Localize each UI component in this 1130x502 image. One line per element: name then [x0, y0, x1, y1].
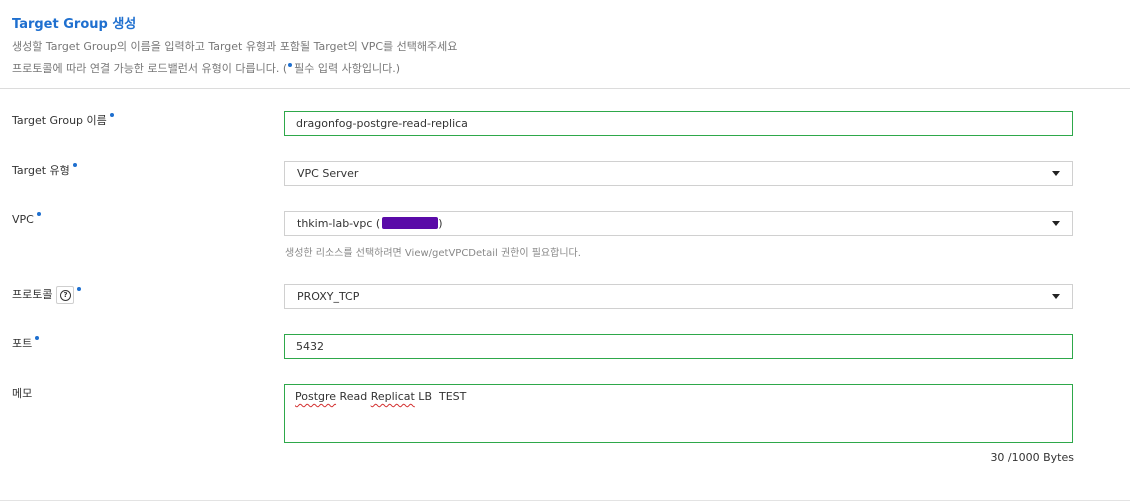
required-dot-icon [36, 212, 41, 216]
chevron-down-icon [1052, 221, 1060, 226]
memo-label: 메모 [12, 385, 32, 401]
select-value: thkim-lab-vpc () [297, 212, 442, 235]
label-text: 메모 [12, 387, 33, 400]
port-input[interactable]: 5432 [284, 334, 1073, 359]
label-text: 프로토콜 [12, 288, 53, 301]
divider [0, 500, 1130, 501]
protocol-label: 프로토콜? [12, 286, 82, 304]
vpc-label: VPC [12, 212, 41, 226]
help-icon[interactable]: ? [56, 286, 75, 304]
memo-word: Read [336, 390, 371, 403]
memo-word: LB TEST [414, 390, 467, 403]
memo-value: Postgre Read Replicat LB TEST [295, 389, 466, 405]
page-title: Target Group 생성 [12, 17, 137, 32]
note-text: 프로토콜에 따라 연결 가능한 로드밸런서 유형이 다릅니다. ( [12, 62, 288, 75]
required-dot-icon [35, 336, 40, 340]
vpc-permission-hint: 생성한 리소스를 선택하려면 View/getVPCDetail 권한이 필요합… [285, 248, 581, 259]
vpc-close-paren: ) [438, 217, 443, 230]
input-value: 5432 [296, 340, 324, 353]
target-group-name-label: Target Group 이름 [12, 112, 114, 128]
label-text: 포트 [12, 337, 33, 350]
note-text-suffix: 필수 입력 사항입니다.) [294, 62, 401, 75]
target-type-label: Target 유형 [12, 162, 77, 178]
memo-byte-counter: 30 /1000 Bytes [990, 451, 1074, 464]
memo-textarea[interactable]: Postgre Read Replicat LB TEST [284, 384, 1073, 443]
target-group-name-input[interactable]: dragonfog-postgre-read-replica [284, 111, 1073, 136]
memo-word: Replicat [370, 390, 415, 403]
vpc-name: thkim-lab-vpc ( [297, 217, 381, 230]
required-dot-icon [109, 113, 114, 117]
chevron-down-icon [1052, 171, 1060, 176]
memo-word: Postgre [295, 390, 337, 403]
help-glyph: ? [59, 290, 71, 301]
label-text: Target Group 이름 [12, 114, 107, 127]
select-value: VPC Server [297, 167, 359, 180]
input-value: dragonfog-postgre-read-replica [296, 117, 468, 130]
required-dot-icon [288, 63, 293, 67]
page-header: Target Group 생성 생성할 Target Group의 이름을 입력… [0, 0, 1130, 89]
page-description-note: 프로토콜에 따라 연결 가능한 로드밸런서 유형이 다릅니다. ( 필수 입력 사… [12, 60, 400, 76]
page-description: 생성할 Target Group의 이름을 입력하고 Target 유형과 포함… [12, 40, 458, 53]
target-type-select[interactable]: VPC Server [284, 161, 1073, 186]
select-value: PROXY_TCP [297, 290, 360, 303]
chevron-down-icon [1052, 294, 1060, 299]
redacted-cidr [382, 217, 439, 229]
port-label: 포트 [12, 335, 40, 351]
label-text: VPC [12, 213, 34, 226]
label-text: Target 유형 [12, 164, 70, 177]
required-dot-icon [72, 163, 77, 167]
vpc-select[interactable]: thkim-lab-vpc () [284, 211, 1073, 236]
protocol-select[interactable]: PROXY_TCP [284, 284, 1073, 309]
required-dot-icon [77, 287, 82, 291]
